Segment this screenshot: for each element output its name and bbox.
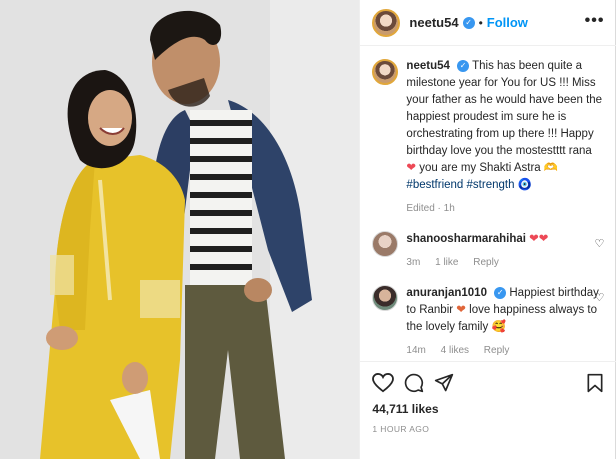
- caption-body: neetu54 ✓ This has been quite a mileston…: [406, 58, 602, 217]
- follow-button[interactable]: Follow: [487, 15, 528, 30]
- verified-icon: ✓: [494, 286, 507, 299]
- post-actions: 44,711 likes 1 HOUR AGO: [360, 361, 616, 459]
- comment-item: shanoosharmarahihai ❤❤ 3m 1 like Reply ♡: [372, 231, 604, 271]
- verified-icon: ✓: [462, 16, 475, 29]
- commenter-username[interactable]: anuranjan1010: [406, 287, 487, 299]
- reply-button[interactable]: Reply: [473, 257, 499, 268]
- more-options-icon[interactable]: •••: [585, 12, 605, 30]
- verified-icon: ✓: [457, 59, 470, 72]
- smile-hearts-icon: 🥰: [491, 321, 506, 333]
- hashtag-strength[interactable]: #strength: [467, 179, 515, 191]
- reply-button[interactable]: Reply: [484, 345, 510, 356]
- commenter-username[interactable]: shanoosharmarahihai: [406, 233, 526, 245]
- caption-meta: Edited · 1h: [406, 200, 602, 217]
- caption-text-2: you are my Shakti Astra: [419, 162, 541, 174]
- like-count[interactable]: 44,711 likes: [372, 402, 604, 416]
- caption: neetu54 ✓ This has been quite a mileston…: [372, 58, 604, 217]
- instagram-post: neetu54 ✓ • Follow ••• neetu54 ✓ This ha…: [0, 0, 616, 459]
- commenter-avatar[interactable]: [372, 231, 399, 257]
- author-username[interactable]: neetu54: [409, 15, 458, 30]
- caption-avatar[interactable]: [372, 59, 399, 85]
- action-icons: [372, 368, 604, 398]
- comment-body: anuranjan1010 ✓ Happiest birthday to Ran…: [406, 285, 602, 359]
- bookmark-icon[interactable]: [586, 373, 604, 393]
- comment-heart-icon[interactable]: ♡: [595, 291, 605, 304]
- author-avatar[interactable]: [372, 8, 401, 37]
- post-sidebar: neetu54 ✓ • Follow ••• neetu54 ✓ This ha…: [359, 0, 616, 459]
- orange-heart-icon: ❤: [456, 304, 466, 316]
- comment-likes[interactable]: 4 likes: [441, 345, 469, 356]
- post-timestamp: 1 HOUR AGO: [372, 424, 430, 434]
- red-heart-icon: ❤❤: [529, 233, 549, 245]
- heart-icon[interactable]: [372, 373, 395, 393]
- share-icon[interactable]: [434, 373, 454, 393]
- comment-likes[interactable]: 1 like: [435, 257, 458, 268]
- comment-body: shanoosharmarahihai ❤❤ 3m 1 like Reply: [406, 231, 602, 271]
- caption-username[interactable]: neetu54: [406, 60, 449, 72]
- caption-glyph: 🫶: [543, 162, 559, 174]
- comment-icon[interactable]: [404, 373, 424, 393]
- comment-item: anuranjan1010 ✓ Happiest birthday to Ran…: [372, 285, 604, 359]
- comment-meta: 3m 1 like Reply: [406, 254, 602, 271]
- comment-meta: 14m 4 likes Reply: [406, 342, 602, 359]
- caption-text: This has been quite a milestone year for…: [406, 60, 603, 157]
- comment-heart-icon[interactable]: ♡: [595, 237, 605, 250]
- post-header: neetu54 ✓ • Follow •••: [360, 0, 616, 46]
- comments-section: neetu54 ✓ This has been quite a mileston…: [360, 58, 616, 358]
- comment-age: 3m: [406, 257, 421, 268]
- comment-age: 14m: [406, 345, 426, 356]
- hashtag-bestfriend[interactable]: #bestfriend: [406, 179, 463, 191]
- commenter-avatar[interactable]: [372, 285, 399, 311]
- photo-illustration: [0, 0, 360, 459]
- red-heart-icon: ❤: [406, 162, 417, 174]
- post-photo[interactable]: [0, 0, 360, 459]
- separator-dot: •: [478, 15, 483, 30]
- nazar-icon: 🧿: [517, 179, 533, 191]
- edited-label: Edited · 1h: [406, 203, 455, 214]
